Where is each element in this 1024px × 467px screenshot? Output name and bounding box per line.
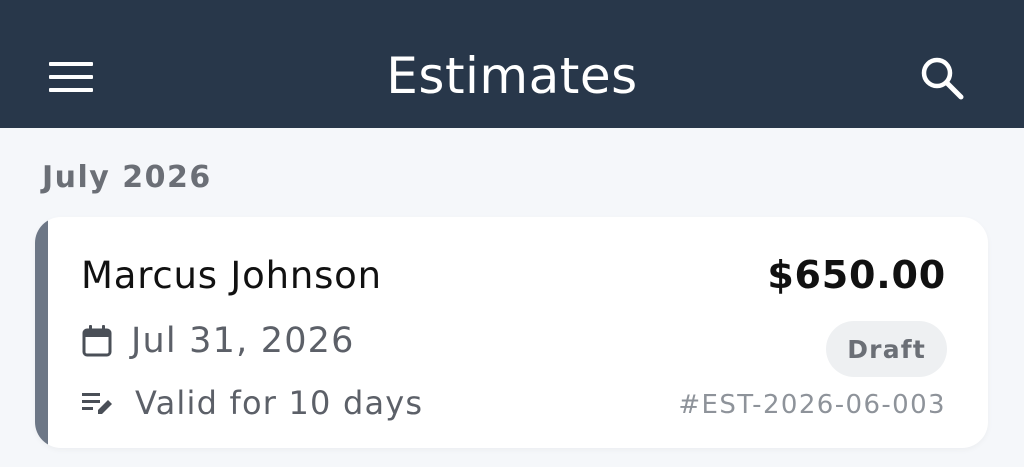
status-accent-bar: [35, 217, 48, 448]
client-name: Marcus Johnson: [81, 254, 382, 297]
estimate-amount: $650.00: [767, 253, 946, 297]
hamburger-menu-icon: [49, 62, 93, 92]
menu-button[interactable]: [40, 46, 102, 108]
estimate-date: Jul 31, 2026: [131, 321, 355, 361]
estimate-date-row: Jul 31, 2026: [81, 321, 355, 361]
estimate-number: #EST-2026-06-003: [678, 390, 946, 420]
calendar-icon: [82, 325, 112, 357]
section-header-month: July 2026: [42, 160, 212, 195]
page-title: Estimates: [386, 47, 638, 105]
edit-note-icon: [82, 393, 112, 414]
estimate-validity: Valid for 10 days: [135, 384, 424, 422]
app-bar: Estimates: [0, 0, 1024, 128]
estimate-validity-row: Valid for 10 days: [81, 384, 423, 422]
search-button[interactable]: [908, 44, 976, 112]
status-badge: Draft: [826, 321, 947, 377]
estimate-card[interactable]: Marcus Johnson $650.00 Jul 31, 2026 Vali…: [35, 217, 988, 448]
search-icon: [921, 57, 964, 100]
